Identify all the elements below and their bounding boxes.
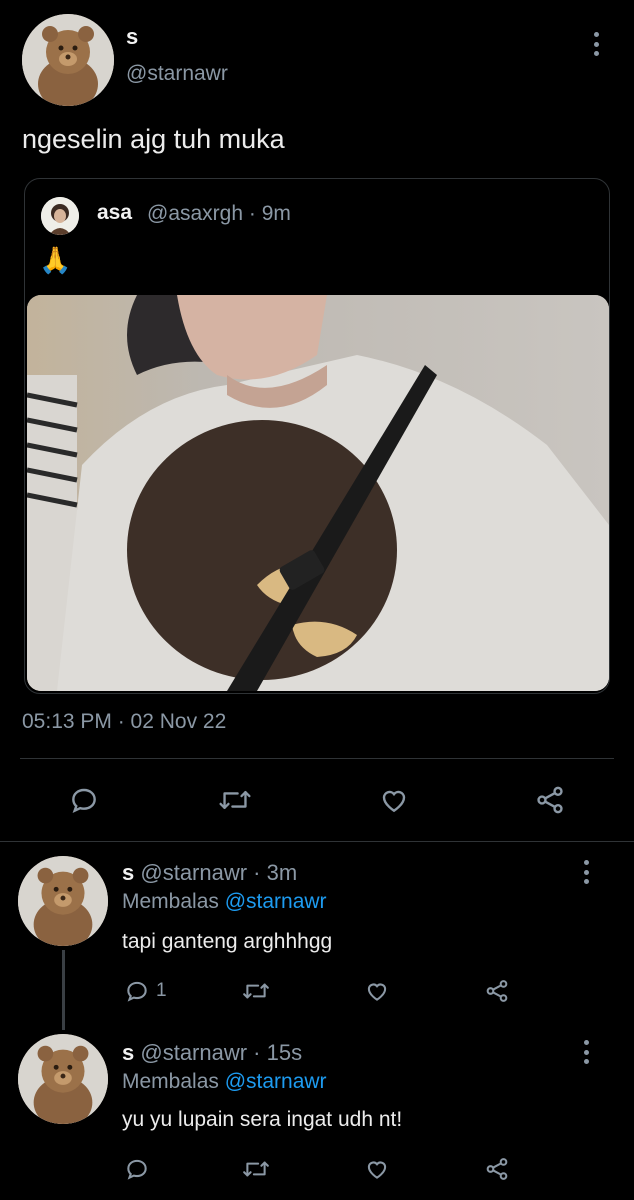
- mention-link[interactable]: @starnawr: [225, 890, 327, 913]
- teddy-bear-avatar[interactable]: [18, 856, 108, 946]
- quoted-author-meta: @asaxrgh · 9m: [147, 202, 291, 225]
- more-options-icon[interactable]: [576, 1038, 596, 1066]
- main-tweet: s @starnawr ngeselin ajg tuh muka asa @a…: [0, 0, 634, 842]
- share-icon[interactable]: [484, 978, 510, 1004]
- divider: [20, 758, 614, 759]
- reply-icon[interactable]: 1: [124, 978, 167, 1004]
- more-options-icon[interactable]: [586, 30, 606, 58]
- person-avatar[interactable]: [41, 197, 79, 235]
- reply-author[interactable]: s @starnawr · 15s: [122, 1040, 302, 1066]
- reply-author-name[interactable]: s: [122, 860, 134, 885]
- like-icon[interactable]: [364, 978, 390, 1004]
- retweet-icon[interactable]: [242, 1156, 270, 1182]
- teddy-bear-avatar[interactable]: [18, 1034, 108, 1124]
- quoted-author-name[interactable]: asa: [97, 201, 132, 225]
- reply-tweet[interactable]: s @starnawr · 15s Membalas @starnawr yu …: [0, 1022, 634, 1200]
- replying-to-prefix: Membalas: [122, 890, 225, 913]
- like-icon[interactable]: [364, 1156, 390, 1182]
- reply-author-name[interactable]: s: [122, 1040, 134, 1065]
- retweet-icon[interactable]: [218, 784, 252, 816]
- reply-handle-time: @starnawr · 15s: [140, 1040, 303, 1065]
- reply-icon[interactable]: [124, 1156, 156, 1182]
- quoted-tweet-text: 🙏: [39, 245, 72, 275]
- share-icon[interactable]: [534, 784, 566, 816]
- reply-handle-time: @starnawr · 3m: [140, 860, 298, 885]
- author-handle[interactable]: @starnawr: [126, 62, 228, 86]
- mention-link[interactable]: @starnawr: [225, 1070, 327, 1093]
- reply-icon[interactable]: [68, 784, 100, 816]
- more-options-icon[interactable]: [576, 858, 596, 886]
- retweet-icon[interactable]: [242, 978, 270, 1004]
- reply-count: 1: [156, 980, 167, 1001]
- photo-person-white-tshirt[interactable]: [27, 295, 609, 691]
- tweet-text: ngeselin ajg tuh muka: [22, 124, 285, 154]
- author-name[interactable]: s: [126, 24, 138, 50]
- replying-to: Membalas @starnawr: [122, 890, 327, 914]
- reply-text: yu yu lupain sera ingat udh nt!: [122, 1108, 403, 1131]
- replying-to-prefix: Membalas: [122, 1070, 225, 1093]
- reply-tweet[interactable]: s @starnawr · 3m Membalas @starnawr tapi…: [0, 842, 634, 1030]
- share-icon[interactable]: [484, 1156, 510, 1182]
- quoted-tweet[interactable]: asa @asaxrgh · 9m 🙏: [24, 178, 610, 694]
- thread-line: [62, 950, 65, 1030]
- teddy-bear-avatar[interactable]: [22, 14, 114, 106]
- like-icon[interactable]: [378, 784, 410, 816]
- reply-text: tapi ganteng arghhhgg: [122, 930, 333, 953]
- tweet-timestamp: 05:13 PM · 02 Nov 22: [22, 710, 227, 733]
- replying-to: Membalas @starnawr: [122, 1070, 327, 1094]
- reply-author[interactable]: s @starnawr · 3m: [122, 860, 297, 886]
